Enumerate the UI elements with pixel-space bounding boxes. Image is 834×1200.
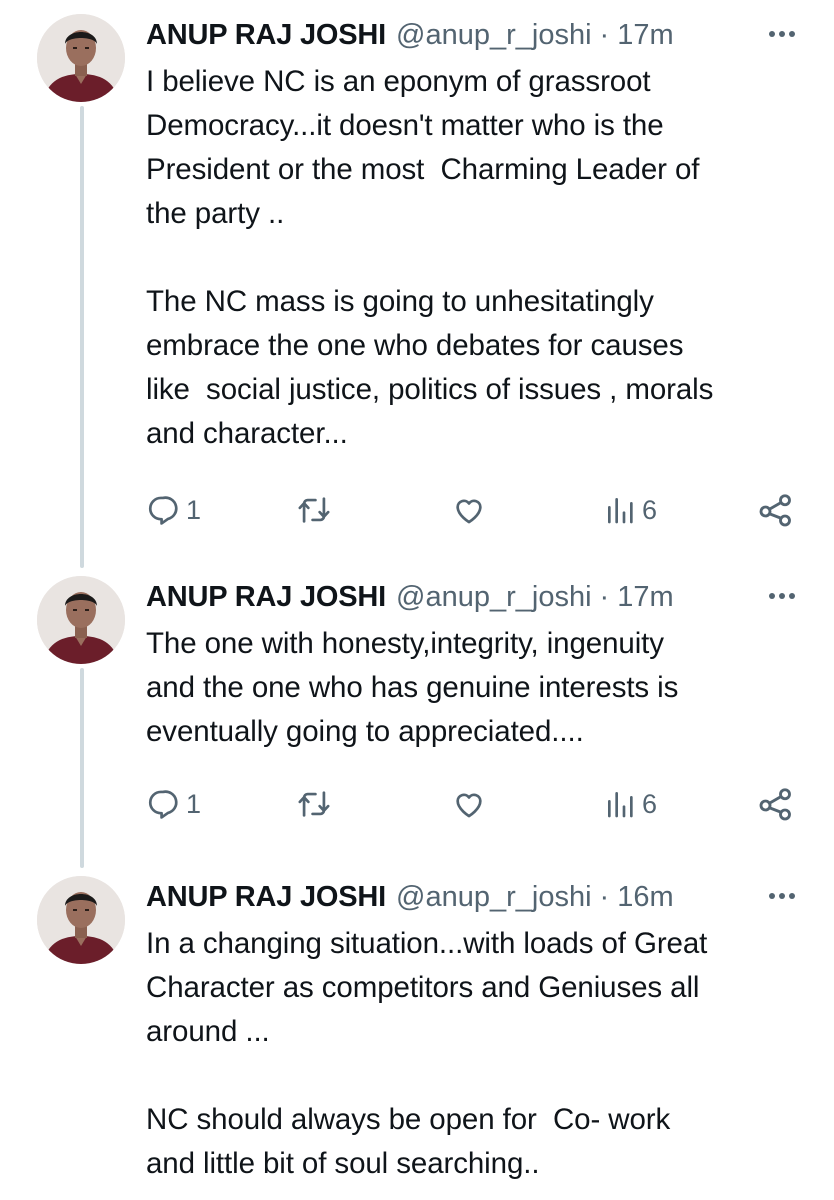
header-separator: ·	[599, 18, 610, 51]
view-count: 6	[642, 788, 658, 819]
retweet-button[interactable]	[296, 784, 332, 824]
avatar-photo	[37, 876, 125, 964]
thread-connector-line	[80, 106, 84, 568]
author-handle[interactable]: @anup_r_joshi	[396, 19, 592, 52]
avatar[interactable]	[37, 576, 125, 664]
avatar[interactable]	[37, 876, 125, 964]
views-icon	[608, 498, 633, 524]
thread-connector-line	[80, 668, 84, 868]
view-count: 6	[642, 494, 658, 525]
more-options-button[interactable]	[764, 19, 800, 49]
header-separator: ·	[599, 880, 610, 913]
tweet-timestamp[interactable]: 17m	[617, 581, 673, 614]
reply-button[interactable]: 1	[146, 784, 201, 824]
share-icon	[759, 494, 791, 527]
reply-icon	[148, 496, 178, 525]
more-icon	[769, 893, 795, 899]
more-options-button[interactable]	[764, 581, 800, 611]
more-icon	[769, 593, 795, 599]
author-handle[interactable]: @anup_r_joshi	[396, 881, 592, 914]
share-button[interactable]	[758, 784, 794, 824]
views-button[interactable]: 6	[604, 784, 657, 824]
reply-count: 1	[186, 494, 202, 525]
retweet-icon	[298, 497, 330, 523]
like-button[interactable]	[452, 784, 486, 824]
more-options-button[interactable]	[764, 881, 800, 911]
tweet-header: ANUP RAJ JOSHI @anup_r_joshi · 17m	[146, 15, 804, 55]
share-icon	[759, 788, 791, 821]
retweet-button[interactable]	[296, 490, 332, 530]
author-handle[interactable]: @anup_r_joshi	[396, 581, 592, 614]
tweet-header: ANUP RAJ JOSHI @anup_r_joshi · 16m	[146, 877, 804, 917]
reply-icon	[148, 790, 178, 819]
tweet-timestamp[interactable]: 16m	[617, 881, 673, 914]
share-button[interactable]	[758, 490, 794, 530]
avatar-photo	[37, 14, 125, 102]
like-icon	[456, 793, 482, 818]
tweet-header: ANUP RAJ JOSHI @anup_r_joshi · 17m	[146, 577, 804, 617]
reply-count: 1	[186, 788, 202, 819]
tweet-actions: 1 6	[146, 784, 798, 824]
more-icon	[769, 31, 795, 37]
retweet-icon	[298, 791, 330, 817]
tweet-text: I believe NC is an eponym of grassroot D…	[146, 65, 714, 450]
tweet-thread: ANUP RAJ JOSHI @anup_r_joshi · 17m I bel…	[0, 0, 834, 1200]
like-icon	[456, 499, 482, 524]
header-separator: ·	[599, 580, 610, 613]
author-name[interactable]: ANUP RAJ JOSHI	[146, 881, 386, 914]
tweet-text: In a changing situation...with loads of …	[146, 927, 708, 1180]
tweet-text: The one with honesty,integrity, ingenuit…	[146, 627, 679, 748]
avatar-photo	[37, 576, 125, 664]
author-name[interactable]: ANUP RAJ JOSHI	[146, 581, 386, 614]
like-button[interactable]	[452, 490, 486, 530]
views-icon	[608, 792, 633, 818]
views-button[interactable]: 6	[604, 490, 657, 530]
reply-button[interactable]: 1	[146, 490, 201, 530]
tweet-timestamp[interactable]: 17m	[617, 19, 673, 52]
avatar[interactable]	[37, 14, 125, 102]
tweet-actions: 1 6	[146, 490, 798, 530]
author-name[interactable]: ANUP RAJ JOSHI	[146, 19, 386, 52]
